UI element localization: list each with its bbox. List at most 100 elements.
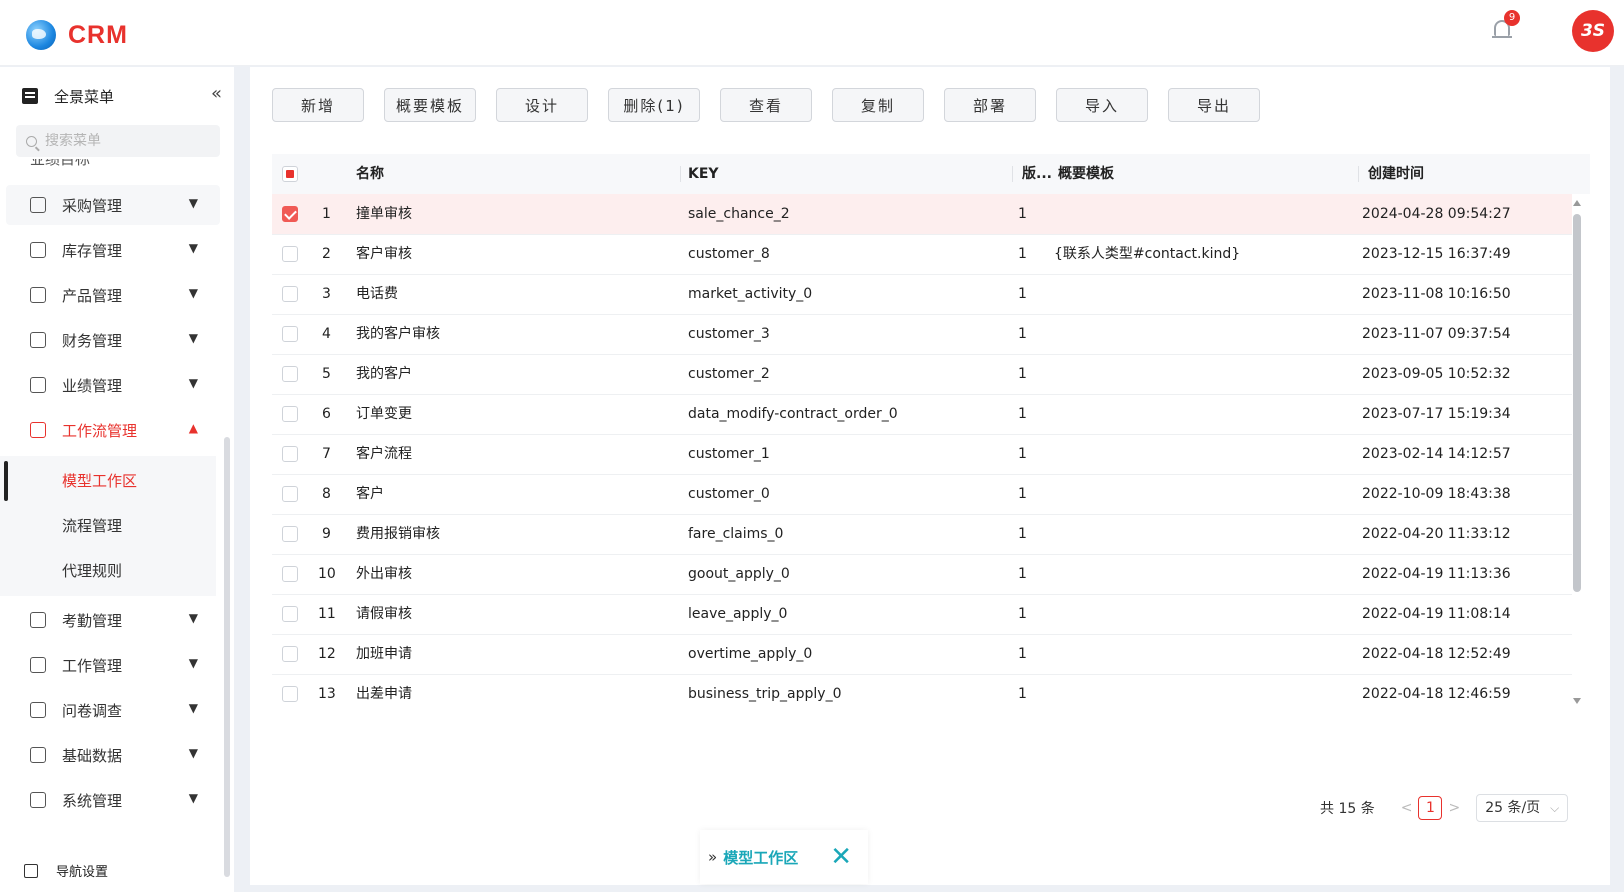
nav-settings-button[interactable]: 导航设置 <box>24 861 108 880</box>
copy-button[interactable]: 复制 <box>832 88 924 122</box>
menu-search <box>16 125 220 157</box>
settings-icon <box>30 792 46 808</box>
collapse-sidebar-icon[interactable]: « <box>211 83 222 104</box>
open-tab[interactable]: » 模型工作区 ✕ <box>700 830 868 884</box>
delete-button[interactable]: 删除(1) <box>608 88 700 122</box>
sidebar-scrollbar[interactable] <box>224 437 230 877</box>
chevron-down-icon: ⌵ <box>1550 801 1560 815</box>
table-row[interactable]: 10 外出审核 goout_apply_0 1 2022-04-19 11:13… <box>272 554 1572 595</box>
column-header-created[interactable]: 创建时间 <box>1368 154 1424 194</box>
row-checkbox[interactable] <box>282 326 298 342</box>
sidebar-item-finance[interactable]: 财务管理 ▼ <box>6 320 220 360</box>
table-row[interactable]: 5 我的客户 customer_2 1 2023-09-05 10:52:32 <box>272 354 1572 395</box>
add-button[interactable]: 新增 <box>272 88 364 122</box>
row-key: data_modify-contract_order_0 <box>688 406 898 422</box>
table-row[interactable]: 11 请假审核 leave_apply_0 1 2022-04-19 11:08… <box>272 594 1572 635</box>
search-icon <box>26 135 37 147</box>
table-row[interactable]: 9 费用报销审核 fare_claims_0 1 2022-04-20 11:3… <box>272 514 1572 555</box>
row-checkbox[interactable] <box>282 526 298 542</box>
table-row[interactable]: 1 撞单审核 sale_chance_2 1 2024-04-28 09:54:… <box>272 194 1572 235</box>
scroll-down-icon[interactable] <box>1573 698 1581 704</box>
menu-search-input[interactable] <box>45 133 205 149</box>
notification-bell-icon[interactable]: 9 <box>1491 10 1520 42</box>
table-row[interactable]: 3 电话费 market_activity_0 1 2023-11-08 10:… <box>272 274 1572 315</box>
row-checkbox[interactable] <box>282 286 298 302</box>
column-header-template[interactable]: 概要模板 <box>1058 154 1114 194</box>
row-checkbox[interactable] <box>282 566 298 582</box>
apps-icon <box>30 657 46 673</box>
sidebar-item-cut-off[interactable]: 业绩目标 <box>30 159 120 169</box>
page-size-select[interactable]: 25 条/页 ⌵ <box>1476 794 1569 822</box>
sidebar-item-performance[interactable]: 业绩管理 ▼ <box>6 365 220 405</box>
column-header-key[interactable]: KEY <box>688 154 719 194</box>
notification-badge: 9 <box>1504 10 1520 26</box>
logo[interactable]: CRM <box>26 20 128 50</box>
design-button[interactable]: 设计 <box>496 88 588 122</box>
row-created: 2023-11-08 10:16:50 <box>1362 286 1511 302</box>
pagination-total: 共 15 条 <box>1320 801 1375 817</box>
chart-icon <box>30 377 46 393</box>
row-checkbox[interactable] <box>282 206 298 222</box>
sidebar-item-system[interactable]: 系统管理 ▼ <box>6 780 220 820</box>
export-button[interactable]: 导出 <box>1168 88 1260 122</box>
row-number: 6 <box>322 406 331 422</box>
table-row[interactable]: 7 客户流程 customer_1 1 2023-02-14 14:12:57 <box>272 434 1572 475</box>
row-checkbox[interactable] <box>282 366 298 382</box>
sidebar-item-work[interactable]: 工作管理 ▼ <box>6 645 220 685</box>
sidebar-item-label: 库存管理 <box>62 241 123 260</box>
submenu-item-process-management[interactable]: 流程管理 <box>0 504 216 548</box>
sidebar-item-purchase[interactable]: 采购管理 ▼ <box>6 185 220 225</box>
avatar[interactable]: 3S <box>1572 10 1614 52</box>
page-number-1[interactable]: 1 <box>1418 796 1443 820</box>
column-header-version[interactable]: 版... <box>1022 154 1052 194</box>
row-checkbox[interactable] <box>282 486 298 502</box>
open-tab-label[interactable]: 模型工作区 <box>723 847 798 868</box>
sidebar-item-basic-data[interactable]: 基础数据 ▼ <box>6 735 220 775</box>
column-divider <box>680 166 681 182</box>
deploy-button[interactable]: 部署 <box>944 88 1036 122</box>
select-all-checkbox[interactable] <box>282 166 298 182</box>
summary-template-button[interactable]: 概要模板 <box>384 88 476 122</box>
row-created: 2023-02-14 14:12:57 <box>1362 446 1511 462</box>
submenu-item-delegation-rules[interactable]: 代理规则 <box>0 549 216 593</box>
next-page-icon[interactable]: > <box>1448 800 1460 816</box>
sidebar-item-label: 工作管理 <box>62 656 123 675</box>
sidebar-item-label: 问卷调查 <box>62 701 123 720</box>
row-name: 费用报销审核 <box>356 526 440 542</box>
view-button[interactable]: 查看 <box>720 88 812 122</box>
chevron-down-icon: ▼ <box>188 376 198 390</box>
row-checkbox[interactable] <box>282 446 298 462</box>
sidebar-item-inventory[interactable]: 库存管理 ▼ <box>6 230 220 270</box>
row-key: market_activity_0 <box>688 286 813 302</box>
row-checkbox[interactable] <box>282 406 298 422</box>
table-row[interactable]: 2 客户审核 customer_8 1 {联系人类型#contact.kind}… <box>272 234 1572 275</box>
prev-page-icon[interactable]: < <box>1401 800 1413 816</box>
row-checkbox[interactable] <box>282 646 298 662</box>
column-header-name[interactable]: 名称 <box>356 154 384 194</box>
table-row[interactable]: 8 客户 customer_0 1 2022-10-09 18:43:38 <box>272 474 1572 515</box>
sidebar-item-survey[interactable]: 问卷调查 ▼ <box>6 690 220 730</box>
table-scrollbar[interactable] <box>1570 194 1584 710</box>
finance-icon <box>30 332 46 348</box>
submenu-item-model-workspace[interactable]: 模型工作区 <box>0 459 216 503</box>
table-row[interactable]: 12 加班申请 overtime_apply_0 1 2022-04-18 12… <box>272 634 1572 675</box>
row-checkbox[interactable] <box>282 686 298 702</box>
pagination: 共 15 条 < 1 > 25 条/页 ⌵ <box>1320 794 1569 822</box>
row-key: customer_0 <box>688 486 770 502</box>
sidebar-item-workflow[interactable]: 工作流管理 ▲ <box>6 410 220 450</box>
scroll-up-icon[interactable] <box>1573 200 1581 206</box>
main-panel: 新增 概要模板 设计 删除(1) 查看 复制 部署 导入 导出 名称 KEY 版… <box>250 67 1610 885</box>
row-version: 1 <box>1018 446 1027 462</box>
box-icon <box>30 287 46 303</box>
row-checkbox[interactable] <box>282 246 298 262</box>
table-row[interactable]: 6 订单变更 data_modify-contract_order_0 1 20… <box>272 394 1572 435</box>
row-checkbox[interactable] <box>282 606 298 622</box>
table-row[interactable]: 13 出差申请 business_trip_apply_0 1 2022-04-… <box>272 674 1572 710</box>
scrollbar-thumb[interactable] <box>1573 214 1581 592</box>
row-created: 2022-04-20 11:33:12 <box>1362 526 1511 542</box>
table-row[interactable]: 4 我的客户审核 customer_3 1 2023-11-07 09:37:5… <box>272 314 1572 355</box>
close-icon[interactable]: ✕ <box>830 842 852 872</box>
sidebar-item-attendance[interactable]: 考勤管理 ▼ <box>6 600 220 640</box>
import-button[interactable]: 导入 <box>1056 88 1148 122</box>
sidebar-item-products[interactable]: 产品管理 ▼ <box>6 275 220 315</box>
